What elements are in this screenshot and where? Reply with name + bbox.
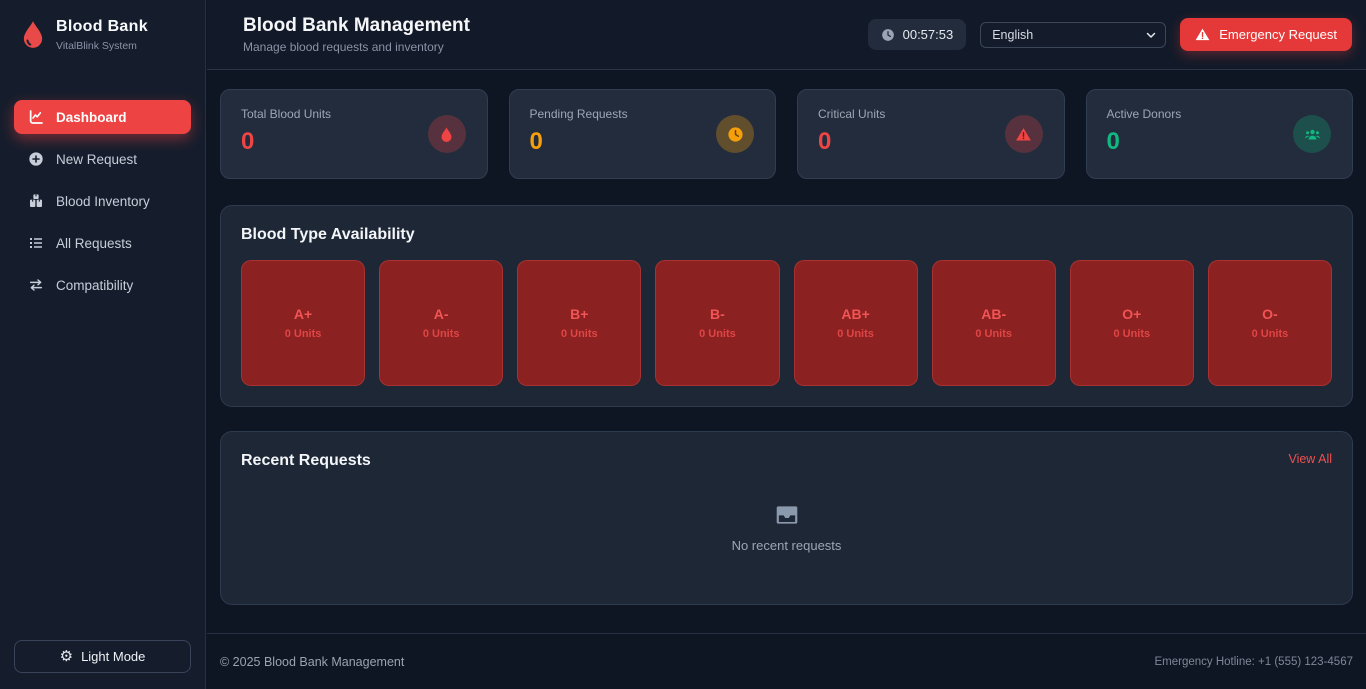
stat-card-active-donors: Active Donors 0 xyxy=(1086,89,1354,179)
section-title: Recent Requests xyxy=(241,452,371,470)
stat-card-pending-requests: Pending Requests 0 xyxy=(509,89,777,179)
sidebar-item-label: Compatibility xyxy=(56,278,133,293)
blood-type-card-o-neg[interactable]: O- 0 Units xyxy=(1208,260,1332,386)
sidebar-item-compatibility[interactable]: Compatibility xyxy=(14,268,191,302)
blood-units-label: 0 Units xyxy=(975,328,1012,340)
stat-label: Pending Requests xyxy=(530,107,756,121)
blood-type-card-b-neg[interactable]: B- 0 Units xyxy=(655,260,779,386)
gear-icon: ⚙ xyxy=(60,649,73,664)
clock-icon xyxy=(716,115,754,153)
light-mode-label: Light Mode xyxy=(81,649,145,664)
blood-type-label: AB- xyxy=(981,306,1006,322)
session-clock-badge: 00:57:53 xyxy=(868,19,967,50)
language-select[interactable]: English xyxy=(980,22,1166,48)
blood-type-card-b-pos[interactable]: B+ 0 Units xyxy=(517,260,641,386)
stat-label: Active Donors xyxy=(1107,107,1333,121)
app-system-name: VitalBlink System xyxy=(56,40,148,52)
blood-units-label: 0 Units xyxy=(1113,328,1150,340)
light-mode-toggle-button[interactable]: ⚙ Light Mode xyxy=(14,640,191,673)
app-name: Blood Bank xyxy=(56,18,148,36)
sidebar-item-dashboard[interactable]: Dashboard xyxy=(14,100,191,134)
recent-requests-section: Recent Requests View All No recent reque… xyxy=(220,431,1353,605)
sidebar-item-label: All Requests xyxy=(56,236,132,251)
view-all-link[interactable]: View All xyxy=(1288,452,1332,466)
users-icon xyxy=(1293,115,1331,153)
empty-state-text: No recent requests xyxy=(732,538,842,553)
blood-type-card-ab-neg[interactable]: AB- 0 Units xyxy=(932,260,1056,386)
blood-type-grid: A+ 0 Units A- 0 Units B+ 0 Units B- 0 Un… xyxy=(241,260,1332,386)
dashboard-content: Total Blood Units 0 Pending Requests 0 C… xyxy=(207,70,1366,605)
blood-type-availability-section: Blood Type Availability A+ 0 Units A- 0 … xyxy=(220,205,1353,407)
blood-type-label: O- xyxy=(1262,306,1278,322)
blood-type-card-a-pos[interactable]: A+ 0 Units xyxy=(241,260,365,386)
inbox-icon xyxy=(774,502,800,528)
copyright-text: © 2025 Blood Bank Management xyxy=(220,655,404,669)
page-subtitle: Manage blood requests and inventory xyxy=(243,40,470,54)
blood-type-card-ab-pos[interactable]: AB+ 0 Units xyxy=(794,260,918,386)
stat-label: Total Blood Units xyxy=(241,107,467,121)
blood-units-label: 0 Units xyxy=(285,328,322,340)
main-area: Blood Bank Management Manage blood reque… xyxy=(207,0,1366,689)
blood-type-card-o-pos[interactable]: O+ 0 Units xyxy=(1070,260,1194,386)
blood-type-label: A+ xyxy=(294,306,312,322)
inventory-icon xyxy=(28,193,44,209)
stat-card-critical-units: Critical Units 0 xyxy=(797,89,1065,179)
app-logo: Blood Bank VitalBlink System xyxy=(14,18,191,52)
section-title: Blood Type Availability xyxy=(241,226,1332,244)
blood-type-label: O+ xyxy=(1122,306,1141,322)
hotline-text: Emergency Hotline: +1 (555) 123-4567 xyxy=(1155,656,1354,668)
sidebar: Blood Bank VitalBlink System Dashboard N… xyxy=(0,0,206,689)
sidebar-item-all-requests[interactable]: All Requests xyxy=(14,226,191,260)
warning-icon xyxy=(1195,27,1210,42)
exchange-icon xyxy=(28,277,44,293)
chart-line-icon xyxy=(28,109,44,125)
page-title: Blood Bank Management xyxy=(243,15,470,37)
blood-units-label: 0 Units xyxy=(699,328,736,340)
blood-type-label: B+ xyxy=(570,306,588,322)
warning-icon xyxy=(1005,115,1043,153)
blood-type-label: B- xyxy=(710,306,725,322)
clock-value: 00:57:53 xyxy=(903,27,954,42)
circle-plus-icon xyxy=(28,151,44,167)
footer: © 2025 Blood Bank Management Emergency H… xyxy=(207,633,1366,689)
blood-units-label: 0 Units xyxy=(423,328,460,340)
blood-units-label: 0 Units xyxy=(561,328,598,340)
sidebar-nav: Dashboard New Request Blood Inventory xyxy=(14,100,191,302)
droplet-icon xyxy=(428,115,466,153)
blood-type-label: A- xyxy=(434,306,449,322)
sidebar-item-blood-inventory[interactable]: Blood Inventory xyxy=(14,184,191,218)
stat-card-total-blood-units: Total Blood Units 0 xyxy=(220,89,488,179)
blood-type-card-a-neg[interactable]: A- 0 Units xyxy=(379,260,503,386)
blood-units-label: 0 Units xyxy=(837,328,874,340)
sidebar-item-label: Dashboard xyxy=(56,110,127,125)
blood-units-label: 0 Units xyxy=(1252,328,1289,340)
blood-type-label: AB+ xyxy=(841,306,869,322)
empty-state: No recent requests xyxy=(241,470,1332,584)
sidebar-item-label: Blood Inventory xyxy=(56,194,150,209)
emergency-request-label: Emergency Request xyxy=(1219,27,1337,42)
topbar: Blood Bank Management Manage blood reque… xyxy=(207,0,1366,70)
sidebar-item-label: New Request xyxy=(56,152,137,167)
list-icon xyxy=(28,235,44,251)
language-select-wrap: English xyxy=(980,22,1166,48)
stats-row: Total Blood Units 0 Pending Requests 0 C… xyxy=(220,89,1353,179)
clock-icon xyxy=(881,28,895,42)
sidebar-item-new-request[interactable]: New Request xyxy=(14,142,191,176)
blood-drop-icon xyxy=(22,20,44,50)
stat-label: Critical Units xyxy=(818,107,1044,121)
emergency-request-button[interactable]: Emergency Request xyxy=(1180,18,1352,51)
